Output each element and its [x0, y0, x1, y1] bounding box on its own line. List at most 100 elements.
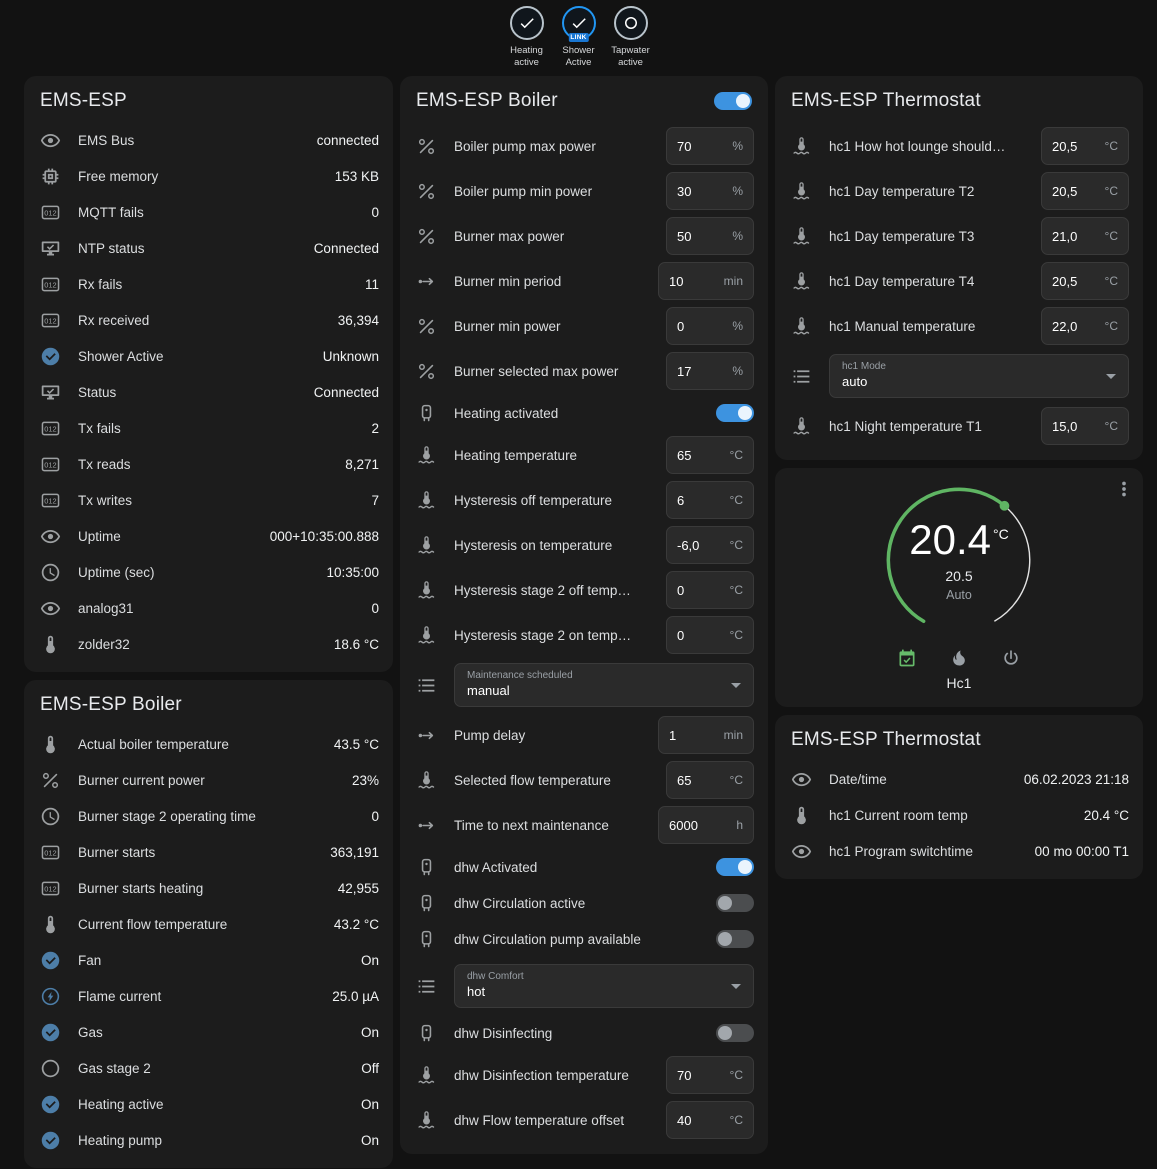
row-dhw-circulation-active[interactable]: dhw Circulation active	[400, 885, 768, 921]
row-dhw-disinfection-temperature[interactable]: dhw Disinfection temperature70°C	[400, 1054, 768, 1096]
number-input[interactable]: 17%	[666, 352, 754, 390]
card-toggle-switch[interactable]	[714, 92, 752, 110]
row-flame-current[interactable]: Flame current25.0 µA	[24, 978, 393, 1014]
toggle-switch[interactable]	[716, 404, 754, 422]
row-hc1-day-temperature-t3[interactable]: hc1 Day temperature T321,0°C	[775, 215, 1143, 257]
row-rx-fails[interactable]: 012Rx fails11	[24, 266, 393, 302]
row-hc1-current-room-temp[interactable]: hc1 Current room temp20.4 °C	[775, 797, 1143, 833]
row-boiler-pump-min-power[interactable]: Boiler pump min power30%	[400, 170, 768, 212]
row-heating-pump[interactable]: Heating pumpOn	[24, 1122, 393, 1158]
glance-heating-active[interactable]: Heating active	[503, 6, 551, 69]
row-tx-reads[interactable]: 012Tx reads8,271	[24, 446, 393, 482]
number-input[interactable]: 0°C	[666, 571, 754, 609]
row-hc1-day-temperature-t4[interactable]: hc1 Day temperature T420,5°C	[775, 260, 1143, 302]
row-fan[interactable]: FanOn	[24, 942, 393, 978]
row-gas[interactable]: GasOn	[24, 1014, 393, 1050]
number-input[interactable]: 6000h	[658, 806, 754, 844]
select-dhw-comfort[interactable]: dhw Comforthot	[454, 964, 754, 1008]
number-input[interactable]: 50%	[666, 217, 754, 255]
row-actual-boiler-temperature[interactable]: Actual boiler temperature43.5 °C	[24, 726, 393, 762]
number-input[interactable]: 10min	[658, 262, 754, 300]
row-dhw-flow-temperature-offset[interactable]: dhw Flow temperature offset40°C	[400, 1099, 768, 1141]
row-dhw-activated[interactable]: dhw Activated	[400, 849, 768, 885]
number-input[interactable]: 20,5°C	[1041, 127, 1129, 165]
row-hc1-night-temperature-t1[interactable]: hc1 Night temperature T115,0°C	[775, 405, 1143, 447]
row-burner-max-power[interactable]: Burner max power50%	[400, 215, 768, 257]
row-hc1-program-switchtime[interactable]: hc1 Program switchtime00 mo 00:00 T1	[775, 833, 1143, 869]
row-hc1-mode[interactable]: hc1 Modeauto	[775, 351, 1143, 401]
number-input[interactable]: 40°C	[666, 1101, 754, 1139]
row-dhw-disinfecting[interactable]: dhw Disinfecting	[400, 1015, 768, 1051]
number-input[interactable]: 0°C	[666, 616, 754, 654]
number-input[interactable]: 20,5°C	[1041, 262, 1129, 300]
toggle-switch[interactable]	[716, 1024, 754, 1042]
number-input[interactable]: 6°C	[666, 481, 754, 519]
row-zolder32[interactable]: zolder3218.6 °C	[24, 626, 393, 662]
row-hc1-manual-temperature[interactable]: hc1 Manual temperature22,0°C	[775, 305, 1143, 347]
number-input[interactable]: 21,0°C	[1041, 217, 1129, 255]
row-tx-fails[interactable]: 012Tx fails2	[24, 410, 393, 446]
number-input[interactable]: 22,0°C	[1041, 307, 1129, 345]
row-dhw-comfort[interactable]: dhw Comforthot	[400, 961, 768, 1011]
toggle-switch[interactable]	[716, 894, 754, 912]
row-rx-received[interactable]: 012Rx received36,394	[24, 302, 393, 338]
row-dhw-circulation-pump-available[interactable]: dhw Circulation pump available	[400, 921, 768, 957]
select-hc1-mode[interactable]: hc1 Modeauto	[829, 354, 1129, 398]
toggle-switch[interactable]	[716, 930, 754, 948]
row-date-time[interactable]: Date/time06.02.2023 21:18	[775, 761, 1143, 797]
row-current-flow-temperature[interactable]: Current flow temperature43.2 °C	[24, 906, 393, 942]
row-heating-active[interactable]: Heating activeOn	[24, 1086, 393, 1122]
row-ems-bus[interactable]: EMS Busconnected	[24, 122, 393, 158]
select-maintenance-scheduled[interactable]: Maintenance scheduledmanual	[454, 663, 754, 707]
thermostat-dial[interactable]: 20.4°C 20.5 Auto	[875, 476, 1043, 644]
row-ntp-status[interactable]: NTP statusConnected	[24, 230, 393, 266]
number-input[interactable]: -6,0°C	[666, 526, 754, 564]
number-input[interactable]: 15,0°C	[1041, 407, 1129, 445]
row-burner-selected-max-power[interactable]: Burner selected max power17%	[400, 350, 768, 392]
row-burner-min-period[interactable]: Burner min period10min	[400, 260, 768, 302]
row-boiler-pump-max-power[interactable]: Boiler pump max power70%	[400, 125, 768, 167]
row-status[interactable]: StatusConnected	[24, 374, 393, 410]
row-uptime[interactable]: Uptime000+10:35:00.888	[24, 518, 393, 554]
row-analog31[interactable]: analog310	[24, 590, 393, 626]
number-input[interactable]: 0%	[666, 307, 754, 345]
row-tx-writes[interactable]: 012Tx writes7	[24, 482, 393, 518]
number-input[interactable]: 70%	[666, 127, 754, 165]
row-gas-stage-2[interactable]: Gas stage 2Off	[24, 1050, 393, 1086]
number-input[interactable]: 1min	[658, 716, 754, 754]
row-uptime-sec[interactable]: Uptime (sec)10:35:00	[24, 554, 393, 590]
row-burner-min-power[interactable]: Burner min power0%	[400, 305, 768, 347]
row-maintenance-scheduled[interactable]: Maintenance scheduledmanual	[400, 660, 768, 710]
glance-shower-active[interactable]: LINK Shower Active	[555, 6, 603, 69]
row-hysteresis-stage-2-on-temp[interactable]: Hysteresis stage 2 on temp…0°C	[400, 614, 768, 656]
row-burner-starts[interactable]: 012Burner starts363,191	[24, 834, 393, 870]
row-heating-temperature[interactable]: Heating temperature65°C	[400, 434, 768, 476]
row-burner-current-power[interactable]: Burner current power23%	[24, 762, 393, 798]
number-input[interactable]: 20,5°C	[1041, 172, 1129, 210]
mode-off-button[interactable]	[997, 644, 1025, 672]
row-shower-active[interactable]: Shower ActiveUnknown	[24, 338, 393, 374]
row-burner-stage-2-operating-time[interactable]: Burner stage 2 operating time0	[24, 798, 393, 834]
mode-heat-button[interactable]	[945, 644, 973, 672]
glance-tapwater-active[interactable]: Tapwater active	[607, 6, 655, 69]
row-hysteresis-on-temperature[interactable]: Hysteresis on temperature-6,0°C	[400, 524, 768, 566]
row-heating-activated[interactable]: Heating activated	[400, 395, 768, 431]
row-burner-starts-heating[interactable]: 012Burner starts heating42,955	[24, 870, 393, 906]
row-time-to-next-maintenance[interactable]: Time to next maintenance6000h	[400, 804, 768, 846]
row-selected-flow-temperature[interactable]: Selected flow temperature65°C	[400, 759, 768, 801]
number-input[interactable]: 70°C	[666, 1056, 754, 1094]
row-pump-delay[interactable]: Pump delay1min	[400, 714, 768, 756]
memory-icon	[40, 166, 64, 187]
row-hysteresis-stage-2-off-temp[interactable]: Hysteresis stage 2 off temp…0°C	[400, 569, 768, 611]
row-hysteresis-off-temperature[interactable]: Hysteresis off temperature6°C	[400, 479, 768, 521]
number-input[interactable]: 65°C	[666, 761, 754, 799]
toggle-switch[interactable]	[716, 858, 754, 876]
row-free-memory[interactable]: Free memory153 KB	[24, 158, 393, 194]
row-hc1-how-hot-lounge-should[interactable]: hc1 How hot lounge should…20,5°C	[775, 125, 1143, 167]
number-input[interactable]: 30%	[666, 172, 754, 210]
mode-auto-button[interactable]	[893, 644, 921, 672]
more-options-icon[interactable]	[1113, 478, 1135, 505]
row-hc1-day-temperature-t2[interactable]: hc1 Day temperature T220,5°C	[775, 170, 1143, 212]
row-mqtt-fails[interactable]: 012MQTT fails0	[24, 194, 393, 230]
number-input[interactable]: 65°C	[666, 436, 754, 474]
